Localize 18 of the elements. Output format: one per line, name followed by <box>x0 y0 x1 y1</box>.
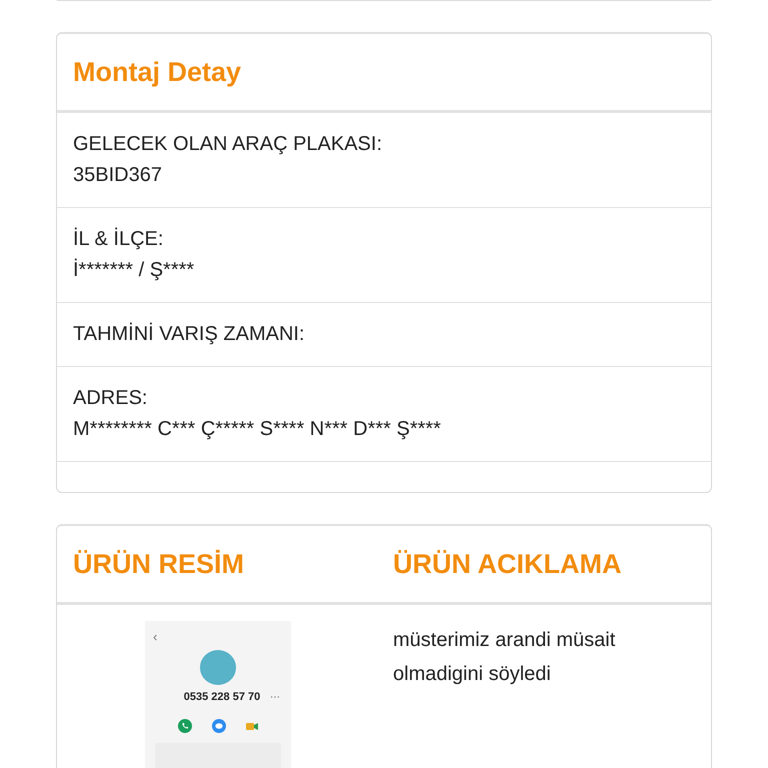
back-icon: ‹ <box>153 629 158 644</box>
field-label: İL & İLÇE: <box>73 228 164 251</box>
field-label: TAHMİNİ VARIŞ ZAMANI: <box>73 323 306 346</box>
more-icon: ⋯ <box>270 690 280 703</box>
field-value: 35BID367 <box>73 164 163 187</box>
column-header: ÜRÜN RESİM <box>73 548 246 580</box>
field-label: ADRES: <box>73 387 148 410</box>
field-value: M******** C*** Ç***** S**** N*** D*** Ş**** <box>73 418 442 441</box>
field-value: İ******* / Ş**** <box>73 259 196 282</box>
section-title: Montaj Detay <box>73 56 242 88</box>
call-icon <box>178 718 192 733</box>
message-icon <box>212 718 226 733</box>
phone-number: 0535 228 57 70 <box>184 690 260 703</box>
avatar-icon <box>200 650 236 685</box>
description-text: müsterimiz arandi müsait olmadigini söyledi <box>393 628 616 687</box>
video-icon <box>246 720 258 731</box>
field-label: GELECEK OLAN ARAÇ PLAKASI: <box>73 133 384 156</box>
column-header: ÜRÜN ACIKLAMA <box>393 548 622 580</box>
